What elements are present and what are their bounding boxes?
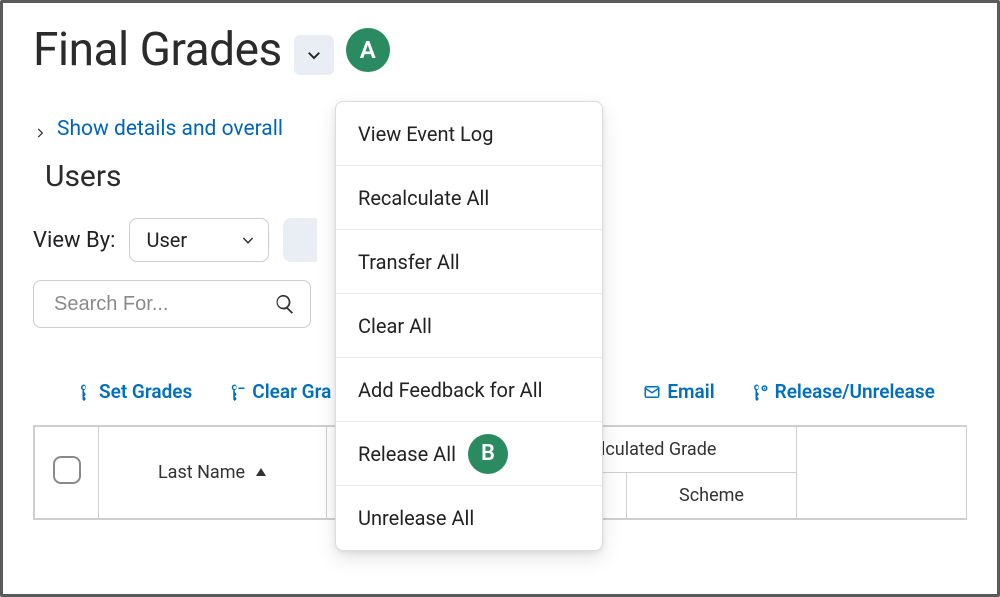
show-details-link[interactable]: Show details and overall bbox=[57, 117, 283, 141]
chevron-down-icon bbox=[240, 232, 256, 248]
scheme-sub-header[interactable]: Scheme bbox=[627, 473, 797, 519]
search-input[interactable] bbox=[52, 292, 266, 317]
title-context-menu: View Event Log Recalculate All Transfer … bbox=[335, 101, 603, 551]
disclosure-caret-icon[interactable] bbox=[33, 122, 47, 136]
select-all-checkbox[interactable] bbox=[53, 456, 81, 484]
menu-item-view-event-log[interactable]: View Event Log bbox=[336, 102, 602, 166]
sort-ascending-icon bbox=[255, 462, 267, 483]
title-context-menu-button[interactable] bbox=[294, 35, 334, 75]
chevron-down-icon bbox=[305, 46, 323, 64]
mail-icon bbox=[643, 383, 661, 401]
menu-item-unrelease-all[interactable]: Unrelease All bbox=[336, 486, 602, 550]
email-label: Email bbox=[667, 380, 714, 403]
view-by-select[interactable]: User bbox=[129, 218, 269, 262]
last-name-header[interactable]: Last Name bbox=[99, 427, 327, 519]
menu-item-label: Clear All bbox=[358, 314, 432, 338]
last-name-header-label: Last Name bbox=[158, 462, 245, 483]
clear-grades-label: Clear Gra bbox=[252, 380, 331, 403]
search-field[interactable] bbox=[33, 280, 311, 328]
apply-button-partial[interactable] bbox=[283, 218, 317, 262]
menu-item-label: Unrelease All bbox=[358, 506, 474, 530]
callout-badge-b: B bbox=[468, 434, 508, 474]
menu-item-clear-all[interactable]: Clear All bbox=[336, 294, 602, 358]
callout-badge-a: A bbox=[346, 28, 390, 72]
menu-item-add-feedback-for-all[interactable]: Add Feedback for All bbox=[336, 358, 602, 422]
menu-item-release-all[interactable]: Release All B bbox=[336, 422, 602, 486]
view-by-label: View By: bbox=[33, 228, 115, 253]
extra-column-header bbox=[797, 427, 967, 519]
menu-item-label: View Event Log bbox=[358, 122, 493, 146]
menu-item-label: Release All bbox=[358, 442, 456, 466]
select-all-header[interactable] bbox=[35, 427, 99, 519]
email-action[interactable]: Email bbox=[643, 380, 714, 403]
release-unrelease-action[interactable]: Release/Unrelease bbox=[751, 380, 935, 403]
key-eye-icon bbox=[751, 383, 769, 401]
set-grades-label: Set Grades bbox=[99, 380, 192, 403]
set-grades-action[interactable]: Set Grades bbox=[75, 380, 192, 403]
menu-item-transfer-all[interactable]: Transfer All bbox=[336, 230, 602, 294]
release-unrelease-label: Release/Unrelease bbox=[775, 380, 935, 403]
search-icon bbox=[274, 293, 296, 315]
menu-item-recalculate-all[interactable]: Recalculate All bbox=[336, 166, 602, 230]
clear-grades-action[interactable]: Clear Gra bbox=[228, 380, 331, 403]
page-title: Final Grades bbox=[33, 23, 282, 77]
menu-item-label: Add Feedback for All bbox=[358, 378, 542, 402]
key-icon bbox=[75, 383, 93, 401]
menu-item-label: Transfer All bbox=[358, 250, 460, 274]
menu-item-label: Recalculate All bbox=[358, 186, 489, 210]
key-minus-icon bbox=[228, 383, 246, 401]
scheme-sub-header-label: Scheme bbox=[679, 485, 744, 506]
view-by-selected-value: User bbox=[146, 228, 187, 252]
